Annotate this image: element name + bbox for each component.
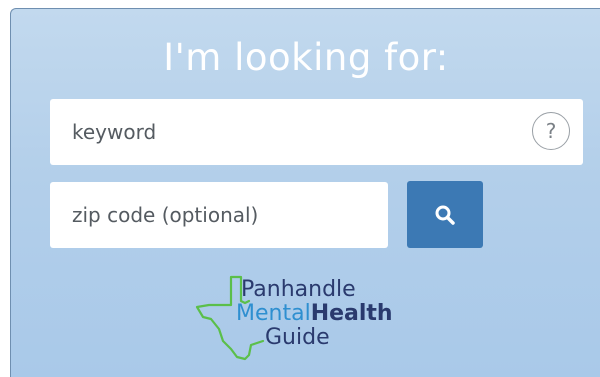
zip-code-input[interactable]: zip code (optional) xyxy=(50,182,388,248)
search-icon xyxy=(435,205,455,225)
panhandle-mental-health-guide-logo: Panhandle MentalHealth Guide xyxy=(189,271,449,366)
keyword-placeholder: keyword xyxy=(72,120,157,144)
logo-word-mental: Mental xyxy=(236,301,311,326)
search-widget: I'm looking for: keyword ? zip code (opt… xyxy=(10,8,600,377)
logo-line-guide: Guide xyxy=(265,325,330,350)
keyword-input[interactable]: keyword ? xyxy=(50,99,583,165)
question-mark-icon: ? xyxy=(545,119,557,143)
logo-word-health: Health xyxy=(310,301,393,326)
logo-line-panhandle: Panhandle xyxy=(241,277,356,302)
zip-code-placeholder: zip code (optional) xyxy=(72,203,259,227)
logo-line-mental-health: MentalHealth xyxy=(236,302,393,326)
search-button[interactable] xyxy=(407,181,483,248)
help-button[interactable]: ? xyxy=(532,112,570,150)
widget-heading: I'm looking for: xyxy=(163,36,449,79)
